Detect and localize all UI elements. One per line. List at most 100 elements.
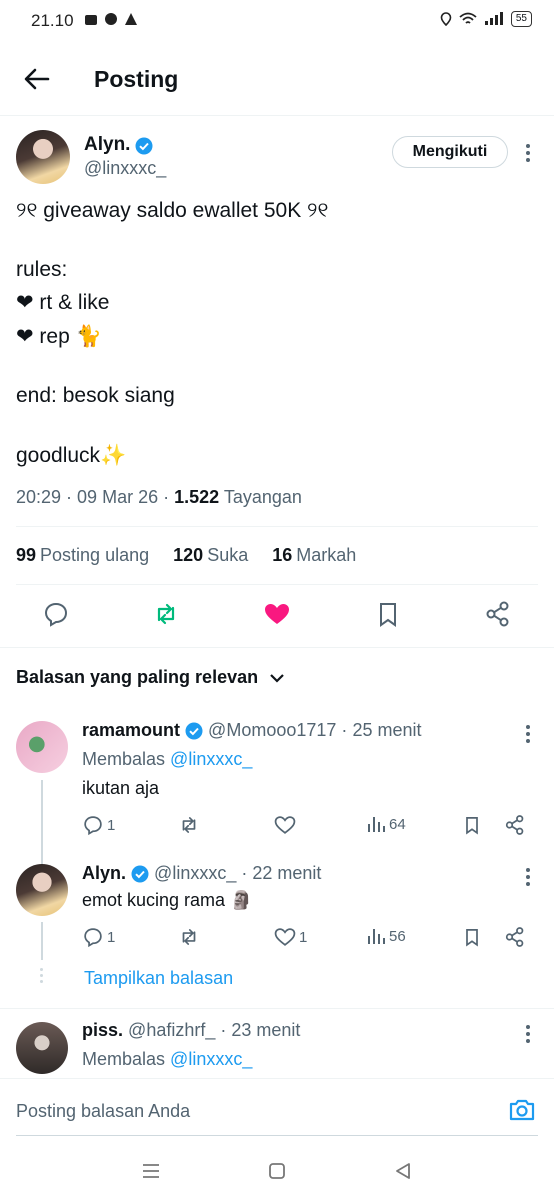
share-button[interactable] [504, 926, 526, 948]
reply-icon [84, 816, 102, 836]
views-chart-icon [368, 817, 385, 832]
like-button[interactable] [274, 814, 299, 836]
reply-handle[interactable]: @Momooo1717 [208, 720, 336, 740]
home-icon[interactable] [266, 1160, 288, 1182]
page-title: Posting [94, 66, 179, 92]
reply-header: ramamount @Momooo1717 · 25 menit [82, 720, 422, 740]
composer-underline [16, 1135, 538, 1136]
reply-action-bar: 1 1 56 [82, 926, 532, 952]
reply-header: Alyn. @linxxxc_ · 22 menit [82, 863, 322, 883]
reply-author-name[interactable]: Alyn. [82, 863, 126, 883]
reply-author-name[interactable]: piss. [82, 1020, 123, 1040]
views-count: 1.522 [174, 487, 220, 507]
more-options-icon[interactable] [525, 725, 531, 746]
chevron-down-icon [270, 674, 284, 683]
notification-icons [84, 12, 138, 26]
location-icon [440, 12, 452, 26]
thread-line [41, 922, 43, 960]
reply-count-button[interactable]: 1 [82, 814, 115, 836]
views-button[interactable]: 64 [366, 814, 406, 834]
system-icons: 55 [440, 11, 532, 27]
back-arrow-icon[interactable] [22, 64, 52, 94]
thread-line [41, 780, 43, 864]
tweet-line-6: goodluck✨ [16, 444, 127, 467]
reply-handle[interactable]: @linxxxc_ [154, 863, 236, 883]
reply-header: piss. @hafizhrf_ · 23 menit [82, 1020, 301, 1040]
more-options-icon[interactable] [525, 1025, 531, 1046]
reply-avatar[interactable] [16, 864, 68, 916]
heart-icon [274, 816, 296, 834]
bookmark-icon [466, 817, 478, 835]
repost-icon [182, 817, 196, 833]
status-bar: 21.10 55 [0, 0, 554, 42]
reply-time: 23 menit [231, 1020, 301, 1040]
reply-icon[interactable] [42, 600, 70, 628]
following-button[interactable]: Mengikuti [392, 136, 508, 168]
share-icon[interactable] [484, 600, 512, 628]
pinterest-icon [105, 13, 117, 25]
show-replies-link[interactable]: Tampilkan balasan [84, 968, 233, 989]
views-button[interactable]: 56 [366, 926, 406, 946]
reply-time: 25 menit [352, 720, 422, 740]
repost-button[interactable] [178, 926, 200, 948]
post-meta: 20:29 · 09 Mar 26 · 1.522 Tayangan [16, 487, 302, 507]
tweet-line-4: ❤ rep 🐈 [16, 325, 102, 348]
back-nav-icon[interactable] [392, 1160, 414, 1182]
status-time: 21.10 [31, 11, 74, 30]
reposts-stat[interactable]: 99 Posting ulang [16, 545, 149, 565]
divider [0, 647, 554, 648]
reply-icon [84, 928, 102, 948]
repost-icon[interactable] [152, 600, 180, 628]
share-button[interactable] [504, 814, 526, 836]
tweet-line-1: ୨୧ giveaway saldo ewallet 50K ୨୧ [16, 199, 329, 222]
share-icon [505, 927, 524, 947]
wifi-icon [459, 12, 477, 24]
verified-badge-icon [185, 722, 203, 740]
reply-action-bar: 1 64 [82, 814, 532, 840]
replies-sort-dropdown[interactable]: Balasan yang paling relevan [16, 667, 285, 688]
reply-handle[interactable]: @hafizhrf_ [128, 1020, 215, 1040]
thread-dots [40, 968, 43, 983]
more-options-icon[interactable] [525, 868, 531, 889]
recent-apps-icon[interactable] [140, 1160, 162, 1182]
replying-to-link[interactable]: @linxxxc_ [170, 1049, 252, 1069]
replying-to-link[interactable]: @linxxxc_ [170, 749, 252, 769]
reply-author-name[interactable]: ramamount [82, 720, 180, 740]
reply-composer: Posting balasan Anda [0, 1078, 554, 1138]
replying-to: Membalas @linxxxc_ [82, 749, 253, 769]
bookmark-button[interactable] [462, 926, 482, 948]
bookmark-icon [466, 929, 478, 947]
top-bar: Posting [0, 42, 554, 116]
post-time: 20:29 [16, 487, 62, 507]
heart-icon [274, 928, 296, 946]
bookmark-button[interactable] [462, 814, 482, 836]
bookmarks-stat[interactable]: 16 Markah [272, 545, 356, 565]
tweet-line-2: rules: [16, 258, 68, 281]
author-name-row[interactable]: Alyn. [84, 134, 153, 156]
reply-input[interactable]: Posting balasan Anda [16, 1101, 190, 1122]
reply-count-button[interactable]: 1 [82, 926, 115, 948]
author-avatar[interactable] [16, 130, 70, 184]
like-filled-icon[interactable] [263, 600, 291, 628]
post-action-bar [0, 600, 554, 632]
reply-avatar[interactable] [16, 1022, 68, 1074]
replying-to: Membalas @linxxxc_ [82, 1049, 253, 1069]
likes-stat[interactable]: 120 Suka [173, 545, 248, 565]
repost-button[interactable] [178, 814, 200, 836]
verified-badge-icon [131, 865, 149, 883]
divider [0, 1008, 554, 1009]
reply-body: ikutan aja [82, 778, 160, 798]
post-stats: 99 Posting ulang 120 Suka 16 Markah [16, 545, 356, 566]
like-button[interactable]: 1 [274, 926, 307, 948]
more-options-icon[interactable] [525, 144, 531, 165]
divider [16, 526, 538, 527]
author-handle[interactable]: @linxxxc_ [84, 158, 166, 179]
repost-icon [182, 929, 196, 945]
reply-avatar[interactable] [16, 721, 68, 773]
signal-icon [484, 12, 503, 25]
camera-icon[interactable] [508, 1097, 536, 1123]
reply-time: 22 menit [252, 863, 322, 883]
divider [16, 584, 538, 585]
author-name: Alyn. [84, 134, 131, 155]
bookmark-icon[interactable] [374, 600, 402, 628]
